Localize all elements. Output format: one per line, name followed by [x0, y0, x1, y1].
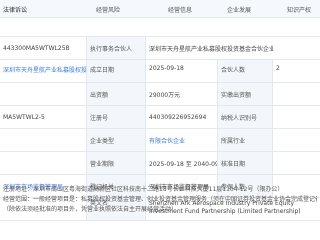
tab-ip[interactable]: 知识产权	[287, 5, 311, 14]
company-link[interactable]: 深圳市天舟星航产业私募股权投资基金合伙企业（有限合伙）	[0, 60, 86, 82]
value: 2	[276, 65, 280, 72]
value	[273, 83, 320, 105]
value	[273, 106, 320, 128]
label: 所属行业	[217, 129, 273, 151]
tab-risk[interactable]: 经营风险	[96, 5, 120, 14]
label: 成立日期	[86, 60, 146, 82]
footer-text: 注册地址：深圳市南山区粤海街道高新区社区科技南十二路18号长虹科技大厦11层11…	[0, 185, 320, 215]
blank	[0, 129, 86, 151]
tab-operation[interactable]: 经营信息	[168, 5, 192, 14]
credit-code: 443300MA5WTWL25B	[3, 44, 70, 52]
value	[273, 152, 320, 174]
table-row: 443300MA5WTWL25B 执行事务合伙人 深圳市天舟星航产业私募股权投资…	[0, 37, 320, 60]
label: 营业期限	[86, 152, 146, 174]
table-row: 营业期限 2025-09-18 至 2040-09-18 核准日期	[0, 152, 320, 175]
code: MA5WTWL2-5	[3, 113, 45, 121]
scope-note: （除依法须经批准的项目外，凭营业执照依法自主开展经营活动）	[3, 206, 178, 213]
label: 纳税人识别号	[217, 106, 273, 128]
table-row: MA5WTWL2-5 注册号 440309226952694 纳税人识别号	[0, 106, 320, 129]
table-row: 出资额 29000万元 实缴出资额	[0, 83, 320, 106]
value	[273, 129, 320, 151]
label: 注册号	[86, 106, 146, 128]
table-row: 深圳市天舟星航产业私募股权投资基金合伙企业（有限合伙） 成立日期 2025-09…	[0, 60, 320, 83]
table-row: 企业类型 有限合伙企业 所属行业	[0, 129, 320, 152]
label: 实缴出资额	[217, 83, 273, 105]
label: 执行事务合伙人	[86, 37, 146, 59]
tab-development[interactable]: 企业发展	[227, 5, 251, 14]
value: 深圳市天舟星航产业私募股权投资基金合伙企业（有限合伙）	[149, 45, 273, 53]
tab-legal[interactable]: 法律诉讼	[3, 5, 27, 14]
address-line: 注册地址：深圳市南山区粤海街道高新区社区科技南十二路18号长虹科技大厦11层11…	[3, 186, 284, 193]
value	[273, 37, 320, 59]
section-tabs: 法律诉讼 经营风险 经营信息 企业发展 知识产权	[0, 0, 320, 18]
blank	[0, 83, 86, 105]
scope-line: 经营范围：一般经营项目是：私募股权投资基金管理、创业投资基金管理服务（须在中国证…	[3, 196, 317, 203]
value[interactable]: 有限合伙企业	[146, 129, 217, 151]
value: 2025-09-18	[149, 65, 184, 72]
value: 29000万元	[149, 91, 181, 99]
label: 出资额	[86, 83, 146, 105]
blank	[0, 152, 86, 174]
value: 2025-09-18 至 2040-09-18	[149, 160, 217, 168]
value: 440309226952694	[149, 113, 207, 121]
label: 核准日期	[217, 152, 273, 174]
label: 合伙人数	[217, 60, 273, 82]
label: 企业类型	[86, 129, 146, 151]
